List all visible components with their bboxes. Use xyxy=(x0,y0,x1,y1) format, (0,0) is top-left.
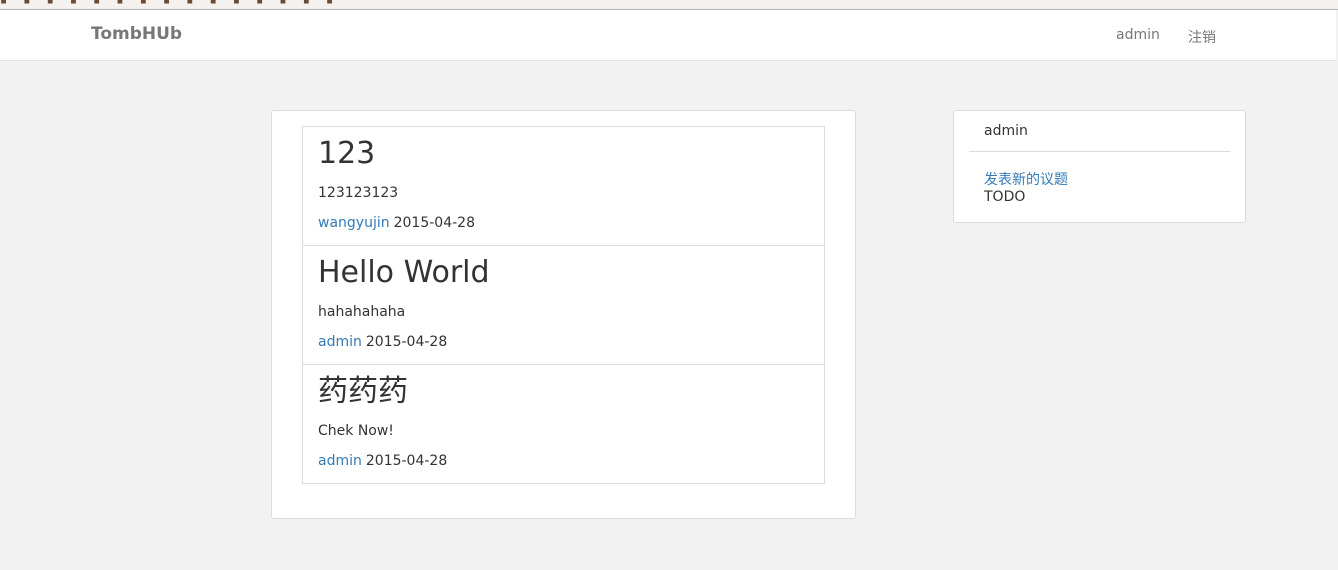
topic-author-link[interactable]: admin xyxy=(318,453,362,469)
topic-body: 123123123 xyxy=(318,185,399,201)
topic-date: 2015-04-28 xyxy=(365,334,448,350)
topic-date: 2015-04-28 xyxy=(365,453,448,469)
sidebar-username: admin xyxy=(984,123,1028,139)
topic-author-link[interactable]: admin xyxy=(318,334,362,350)
topic-list: 123 123123123 wangyujin 2015-04-28 Hello … xyxy=(302,126,825,484)
topics-panel: 123 123123123 wangyujin 2015-04-28 Hello … xyxy=(271,110,856,519)
browser-top-strip: ▮ ▮ ▮ ▮ ▮ ▮ ▮ ▮ ▮ ▮ ▮ ▮ ▮ ▮ ▮ xyxy=(0,0,1338,10)
topic-title[interactable]: 123 xyxy=(318,139,809,171)
topic-item: 药药药 Chek Now! admin 2015-04-28 xyxy=(303,365,824,483)
navbar: TombHUb admin 注销 xyxy=(0,10,1336,61)
cropped-tab-strip: ▮ ▮ ▮ ▮ ▮ ▮ ▮ ▮ ▮ ▮ ▮ ▮ ▮ ▮ ▮ xyxy=(0,0,1338,7)
topic-date: 2015-04-28 xyxy=(393,215,475,231)
nav-user-link[interactable]: admin xyxy=(1116,27,1160,43)
sidebar-todo: TODO xyxy=(984,189,1026,205)
topic-meta: admin 2015-04-28 xyxy=(318,334,809,350)
topic-body: hahahahaha xyxy=(318,304,406,320)
topic-item: 123 123123123 wangyujin 2015-04-28 xyxy=(303,127,824,246)
topic-meta: wangyujin 2015-04-28 xyxy=(318,215,809,231)
topic-title[interactable]: 药药药 xyxy=(318,377,809,409)
user-sidebar: admin 发表新的议题 TODO xyxy=(953,110,1246,223)
brand-link[interactable]: TombHUb xyxy=(91,24,182,44)
topic-author-link[interactable]: wangyujin xyxy=(318,215,390,231)
topic-body: Chek Now! xyxy=(318,423,394,439)
topic-meta: admin 2015-04-28 xyxy=(318,453,809,469)
sidebar-divider xyxy=(969,151,1230,152)
new-topic-link[interactable]: 发表新的议题 xyxy=(984,169,1068,189)
nav-logout-link[interactable]: 注销 xyxy=(1188,27,1216,47)
topic-item: Hello World hahahahaha admin 2015-04-28 xyxy=(303,246,824,365)
topic-title[interactable]: Hello World xyxy=(318,258,809,290)
